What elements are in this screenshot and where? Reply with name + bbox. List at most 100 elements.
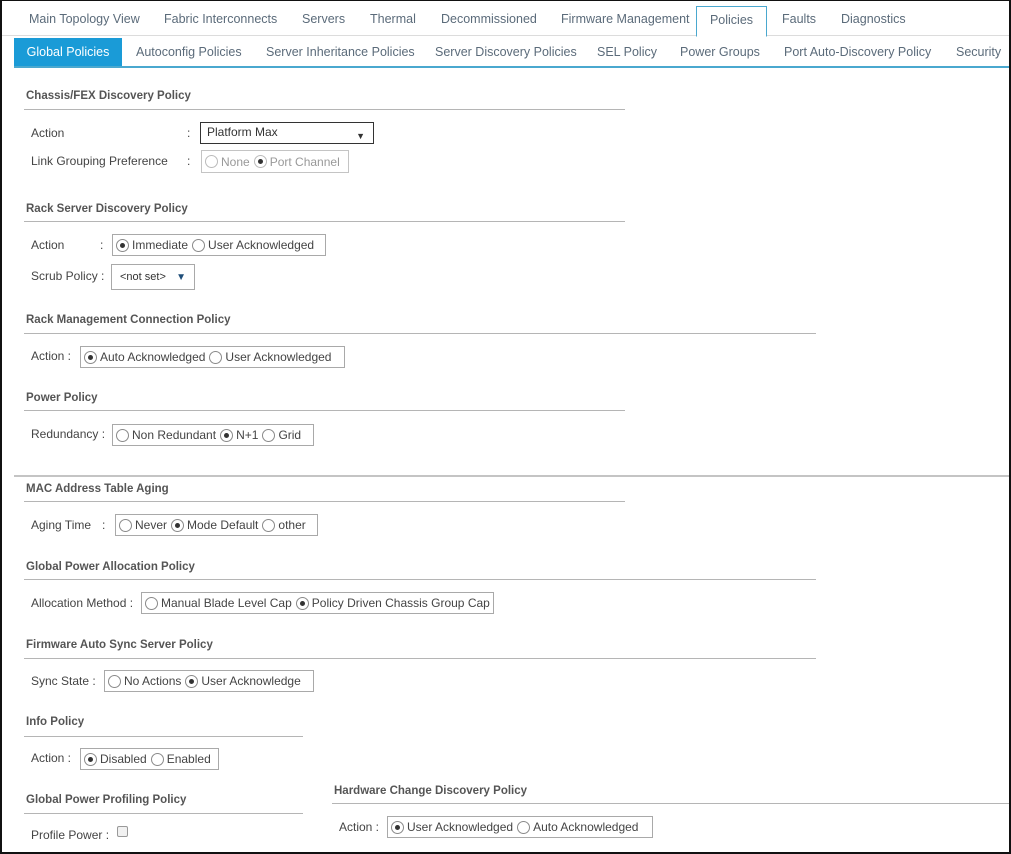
radio-button-icon [517,820,531,834]
profile-power-label: Profile Power : [31,828,110,842]
radio-mode-default[interactable]: Mode Default [171,518,258,532]
section-divider [24,221,625,222]
subtab-global-policies[interactable]: Global Policies [14,38,122,66]
radio-auto-acknowledged[interactable]: Auto Acknowledged [517,820,638,834]
subtab-autoconfig-policies[interactable]: Autoconfig Policies [122,38,256,66]
section-title-mac-aging: MAC Address Table Aging [26,483,169,495]
radio-other[interactable]: other [262,518,306,532]
subtab-security[interactable]: Security [942,38,1011,66]
dropdown-caret-icon: ▼ [356,131,365,141]
section-title-global-power-allocation: Global Power Allocation Policy [26,561,195,573]
sub-tab-bar: Global Policies Autoconfig Policies Serv… [14,37,1009,68]
scrub-policy-value: <not set> [120,271,166,283]
radio-user-acknowledged[interactable]: User Acknowledged [209,350,331,364]
subtab-server-discovery-policies[interactable]: Server Discovery Policies [421,38,591,66]
section-title-rack-mgmt-connection: Rack Management Connection Policy [26,314,231,326]
section-title-info-policy: Info Policy [26,716,85,728]
colon: : [102,518,106,532]
colon: : [187,126,191,140]
radio-button-icon [192,238,206,252]
radio-user-acknowledge[interactable]: User Acknowledge [185,674,301,688]
info-action-label: Action : [31,751,72,765]
colon: : [100,238,104,252]
profile-power-checkbox[interactable] [117,826,128,837]
link-grouping-label: Link Grouping Preference [31,154,168,168]
radio-button-icon [253,155,267,168]
radio-button-icon [116,238,129,252]
radio-policy-driven-chassis-group-cap[interactable]: Policy Driven Chassis Group Cap [295,596,490,610]
radio-grid[interactable]: Grid [262,428,301,442]
radio-immediate[interactable]: Immediate [116,238,188,252]
radio-never[interactable]: Never [119,518,167,532]
radio-disabled[interactable]: Disabled [84,752,147,766]
radio-button-icon [84,752,97,766]
full-width-divider [14,475,1009,477]
tab-thermal[interactable]: Thermal [358,6,428,36]
radio-user-acknowledged[interactable]: User Acknowledged [391,820,513,834]
subtab-power-groups[interactable]: Power Groups [666,38,774,66]
tab-fabric-interconnects[interactable]: Fabric Interconnects [152,6,289,36]
rack-action-radio-group: Immediate User Acknowledged [112,234,326,256]
info-action-radio-group: Disabled Enabled [80,748,219,770]
radio-manual-blade-level-cap[interactable]: Manual Blade Level Cap [145,596,292,610]
chassis-action-label: Action [31,126,65,140]
radio-user-acknowledged[interactable]: User Acknowledged [192,238,314,252]
tab-decommissioned[interactable]: Decommissioned [429,6,549,36]
redundancy-radio-group: Non Redundant N+1 Grid [112,424,314,446]
radio-button-icon [145,596,158,610]
radio-button-icon [209,350,223,364]
radio-n-plus-1[interactable]: N+1 [220,428,258,442]
section-divider [24,410,625,411]
tab-main-topology-view[interactable]: Main Topology View [17,6,152,36]
radio-button-icon [116,428,129,442]
rack-action-label: Action [31,238,65,252]
section-divider [24,658,816,659]
section-title-rack-server-discovery: Rack Server Discovery Policy [26,203,188,215]
colon: : [187,154,191,168]
link-grouping-radio-group: None Port Channel [201,150,349,173]
section-title-chassis-fex: Chassis/FEX Discovery Policy [26,90,191,102]
allocation-method-label: Allocation Method : [31,596,134,610]
tab-faults[interactable]: Faults [770,6,828,36]
radio-button-icon [220,428,234,442]
section-title-power-policy: Power Policy [26,392,98,404]
subtab-port-auto-discovery-policy[interactable]: Port Auto-Discovery Policy [770,38,945,66]
hardware-action-label: Action : [339,820,380,834]
radio-no-actions[interactable]: No Actions [108,674,181,688]
chassis-action-value: Platform Max [207,125,278,139]
top-tab-bar: Main Topology View Fabric Interconnects … [2,1,1009,37]
tab-policies[interactable]: Policies [696,6,767,37]
tab-servers[interactable]: Servers [290,6,357,36]
radio-button-icon [295,596,309,610]
radio-non-redundant[interactable]: Non Redundant [116,428,216,442]
section-divider [24,109,625,110]
subtab-server-inheritance-policies[interactable]: Server Inheritance Policies [252,38,429,66]
scrub-policy-select[interactable]: <not set> ▼ [111,264,195,290]
radio-none[interactable]: None [205,155,250,169]
radio-port-channel[interactable]: Port Channel [253,155,340,169]
section-divider [24,813,303,814]
section-divider [24,579,816,580]
tab-firmware-management[interactable]: Firmware Management [549,6,702,36]
radio-button-icon [205,155,218,168]
section-title-hardware-change-discovery: Hardware Change Discovery Policy [334,785,528,797]
sync-state-radio-group: No Actions User Acknowledge [104,670,314,692]
scrub-policy-label: Scrub Policy : [31,269,105,283]
radio-enabled[interactable]: Enabled [150,752,211,766]
section-title-firmware-auto-sync: Firmware Auto Sync Server Policy [26,639,213,651]
aging-time-label: Aging Time [31,518,92,532]
chassis-action-select[interactable]: Platform Max ▼ [200,122,374,144]
tab-diagnostics[interactable]: Diagnostics [829,6,918,36]
radio-button-icon [150,752,164,766]
radio-button-icon [185,674,199,688]
section-divider [24,736,303,737]
section-title-global-power-profiling: Global Power Profiling Policy [26,794,187,806]
subtab-sel-policy[interactable]: SEL Policy [583,38,671,66]
aging-time-radio-group: Never Mode Default other [115,514,318,536]
radio-auto-acknowledged[interactable]: Auto Acknowledged [84,350,205,364]
sync-state-label: Sync State : [31,674,96,688]
hardware-action-radio-group: User Acknowledged Auto Acknowledged [387,816,653,838]
allocation-method-radio-group: Manual Blade Level Cap Policy Driven Cha… [141,592,494,614]
section-divider [332,803,1009,804]
radio-button-icon [262,428,276,442]
